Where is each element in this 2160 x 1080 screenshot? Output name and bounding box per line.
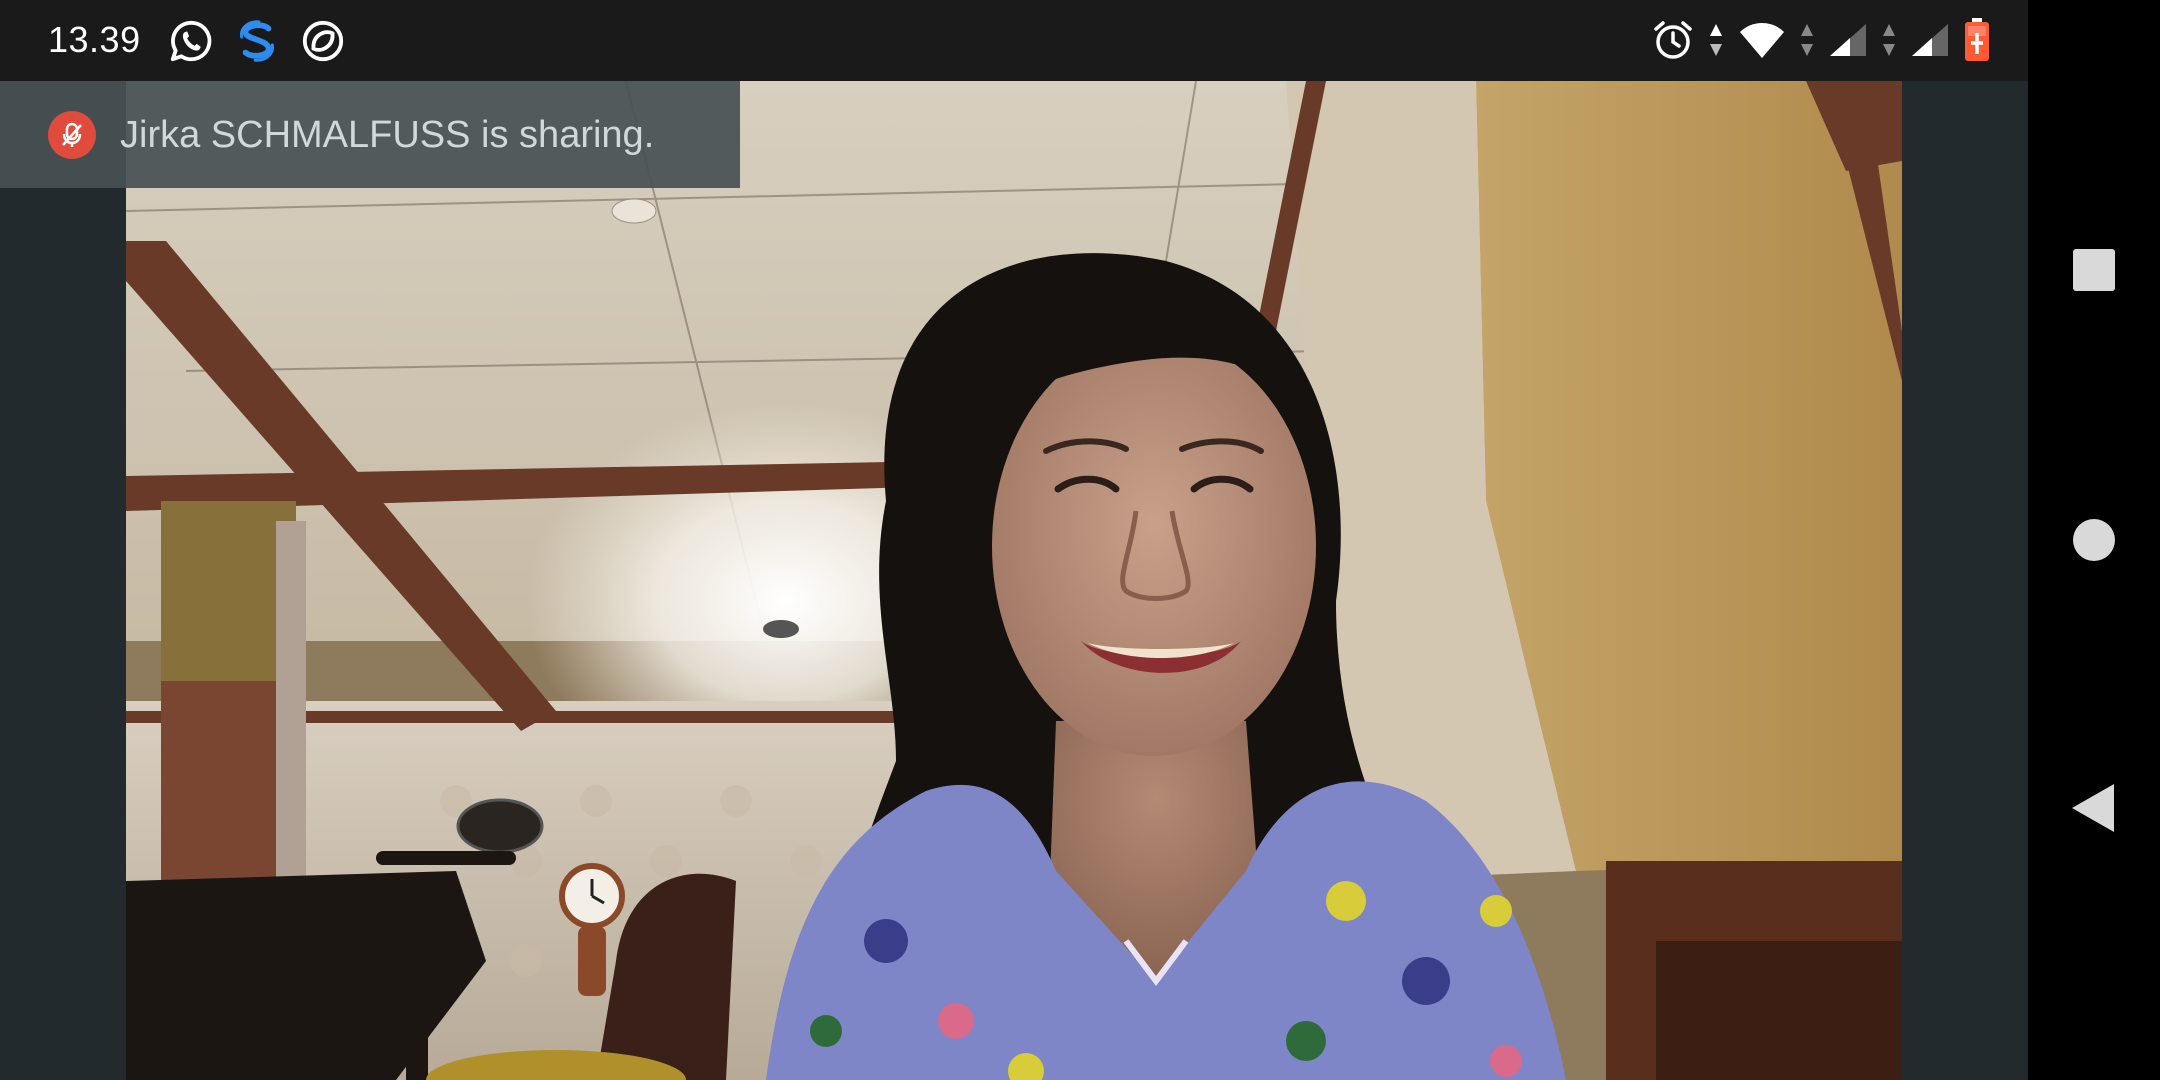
navigation-bar [2028,0,2160,1080]
data-arrows-icon [1710,24,1722,56]
back-button[interactable] [2070,784,2118,832]
data-arrows-icon-2 [1801,24,1813,56]
signal-icon-2 [1912,24,1948,56]
video-frame [126,81,1902,1080]
signal-icon [1830,24,1866,56]
status-time: 13.39 [48,19,141,60]
skype-icon [240,20,274,62]
sharing-banner: Jirka SCHMALFUSS is sharing. [0,81,740,188]
system-icons [1652,18,1990,62]
recents-button[interactable] [2070,246,2118,294]
square-icon [2073,249,2115,291]
mic-muted-icon [48,111,96,159]
phone-screen: 13.39 Jirka SCHMALFUSS is sharing. [0,0,2160,1080]
home-button[interactable] [2070,516,2118,564]
circle-icon [2073,519,2115,561]
battery-charging-icon [1965,18,1989,61]
alarm-icon [1654,21,1692,59]
wifi-icon [1740,23,1784,58]
notification-icons [168,18,346,64]
back-triangle-icon [2072,784,2114,832]
status-bar: 13.39 [0,0,2028,81]
data-arrows-icon-3 [1883,24,1895,56]
participant-video[interactable] [126,81,1902,1080]
whatsapp-icon [170,20,212,62]
sharing-text: Jirka SCHMALFUSS is sharing. [120,114,655,156]
sync-icon [302,20,344,62]
